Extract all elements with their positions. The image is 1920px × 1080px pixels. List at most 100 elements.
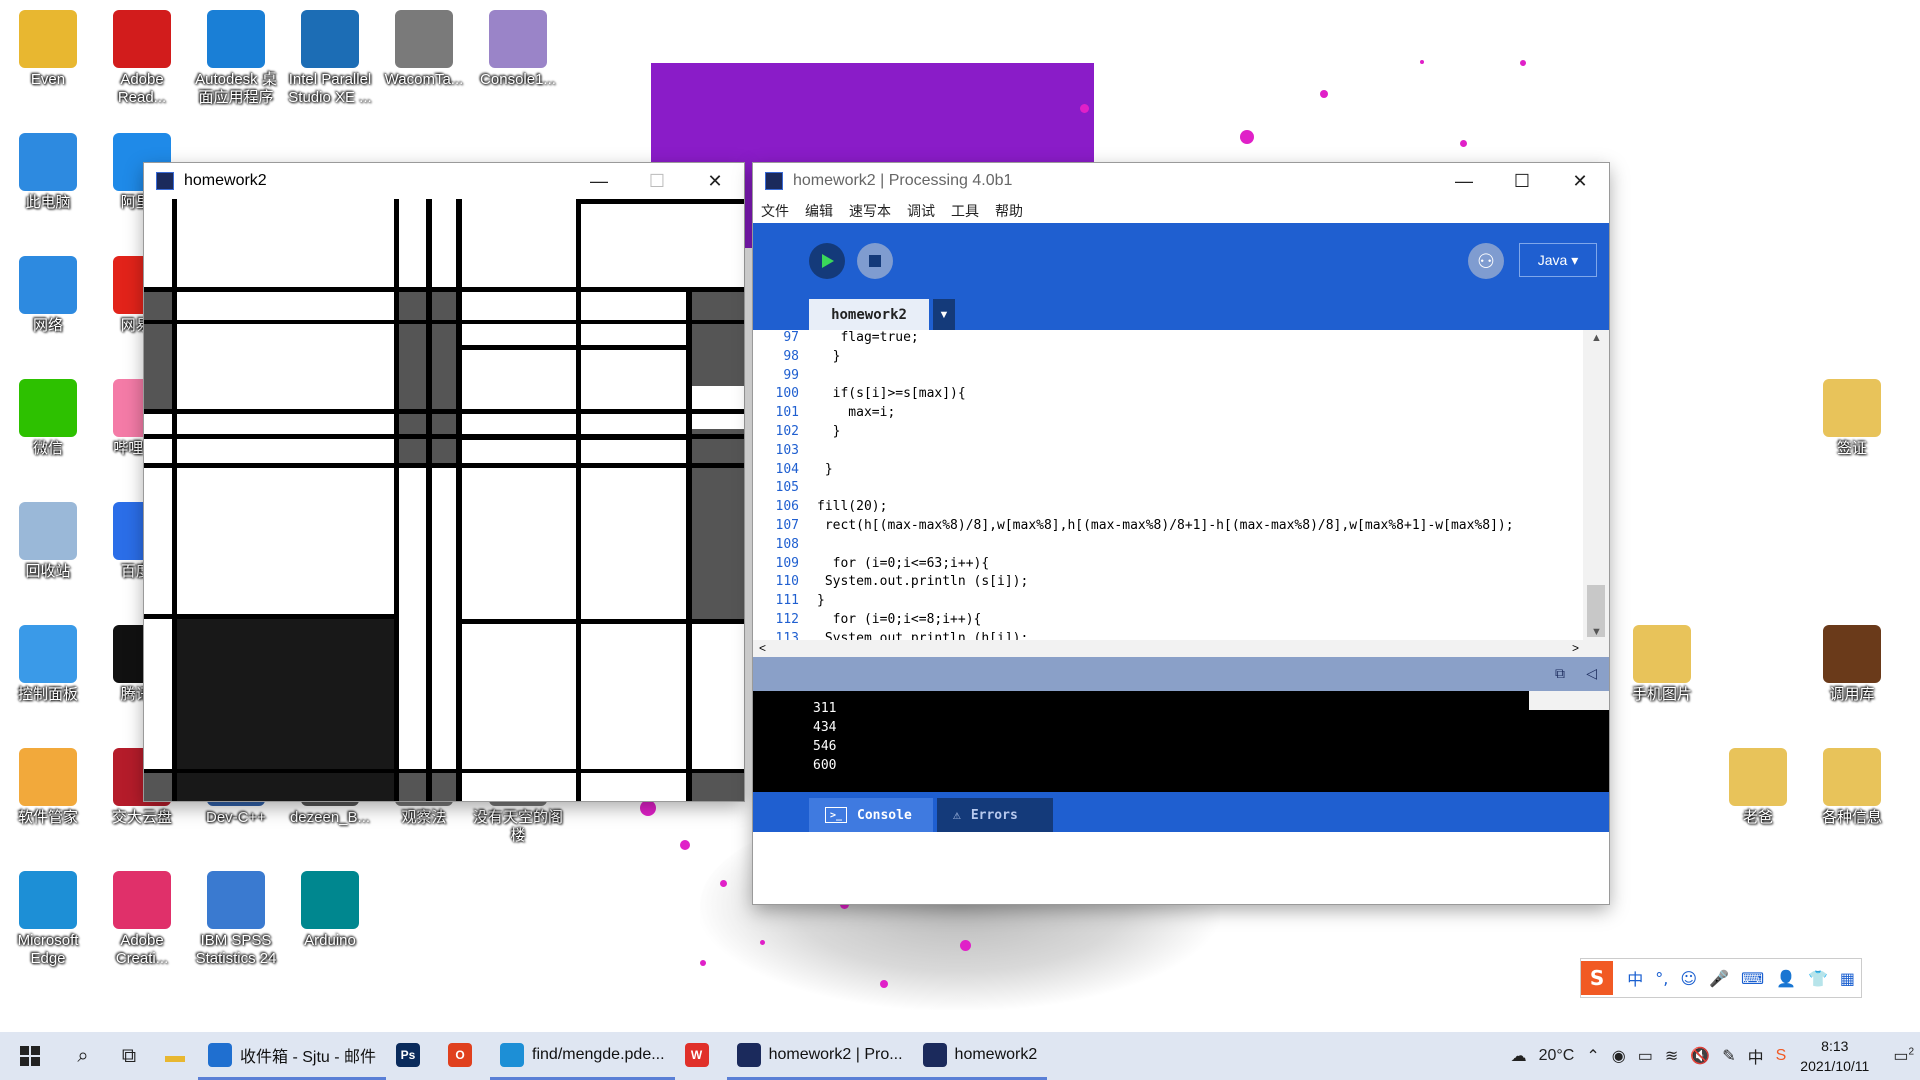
sogou-tray-icon[interactable]: S — [1776, 1047, 1787, 1065]
desktop-icon[interactable]: 回收站 — [2, 502, 94, 581]
code-line[interactable]: flag=true; — [817, 330, 1607, 349]
tab-errors[interactable]: ⚠ Errors — [937, 798, 1053, 832]
shirt-icon[interactable]: 👕 — [1808, 969, 1828, 988]
desktop-icon[interactable]: Adobe Creati... — [96, 871, 188, 968]
search-button[interactable]: ⌕ — [60, 1032, 106, 1080]
taskbar-app[interactable]: homework2 — [912, 1032, 1048, 1080]
desktop-icon[interactable]: Microsoft Edge — [2, 871, 94, 968]
grid-icon[interactable]: ▦ — [1840, 969, 1855, 988]
sogou-icon[interactable]: S — [1581, 961, 1614, 995]
mode-selector[interactable]: Java ▾ — [1519, 243, 1597, 277]
file-explorer-button[interactable]: ▬ — [152, 1032, 198, 1080]
ime-punctuation[interactable]: °, — [1655, 969, 1668, 988]
scroll-up-icon[interactable]: ▲ — [1591, 332, 1602, 344]
taskbar-app[interactable]: O — [438, 1032, 490, 1080]
code-line[interactable]: } — [817, 424, 1607, 443]
ide-titlebar[interactable]: homework2 | Processing 4.0b1 — ☐ ✕ — [753, 163, 1609, 199]
code-line[interactable]: rect(h[(max-max%8)/8],w[max%8],h[(max-ma… — [817, 518, 1607, 537]
wifi-icon[interactable]: ≋ — [1665, 1046, 1678, 1066]
user-icon[interactable]: 👤 — [1776, 969, 1796, 988]
code-line[interactable] — [817, 443, 1607, 462]
taskbar-app[interactable]: W — [675, 1032, 727, 1080]
code-line[interactable]: for (i=0;i<=63;i++){ — [817, 556, 1607, 575]
keyboard-icon[interactable]: ⌨ — [1741, 969, 1764, 988]
code-editor[interactable]: 97 98 99 100 101 102 103 104 105 106 107 108 109 110 1… — [753, 330, 1609, 702]
sketch-titlebar[interactable]: homework2 — ☐ ✕ — [144, 163, 744, 199]
microphone-icon[interactable]: 🎤 — [1709, 969, 1729, 988]
desktop-icon[interactable]: Console1... — [472, 10, 564, 89]
weather-temp[interactable]: 20°C — [1539, 1047, 1575, 1065]
taskbar-app[interactable]: find/mengde.pde... — [490, 1032, 675, 1080]
taskbar-app[interactable]: Ps — [386, 1032, 438, 1080]
code-line[interactable]: for (i=0;i<=8;i++){ — [817, 612, 1607, 631]
sketch-window[interactable]: homework2 — ☐ ✕ — [144, 163, 744, 801]
tray-app-icon[interactable]: ◉ — [1612, 1046, 1626, 1066]
sketch-canvas[interactable] — [144, 199, 744, 801]
start-button[interactable] — [0, 1032, 60, 1080]
desktop-icon[interactable]: Intel Parallel Studio XE ... — [284, 10, 376, 107]
notification-icon[interactable]: ▭2 — [1893, 1046, 1914, 1066]
weather-icon[interactable]: ☁ — [1511, 1046, 1527, 1066]
maximize-button[interactable]: ☐ — [628, 163, 686, 199]
menu-edit[interactable]: 编辑 — [805, 201, 833, 221]
scroll-left-icon[interactable]: < — [759, 641, 766, 655]
horizontal-scrollbar[interactable]: < > — [753, 640, 1609, 657]
ime-language[interactable]: 中 — [1627, 966, 1643, 990]
collapse-console-icon[interactable]: ◁ — [1586, 665, 1597, 682]
code-line[interactable] — [817, 537, 1607, 556]
scroll-down-icon[interactable]: ▼ — [1591, 626, 1602, 638]
desktop-icon[interactable]: 控制面板 — [2, 625, 94, 704]
emoji-icon[interactable]: ☺ — [1680, 969, 1697, 988]
debugger-button[interactable]: ⚇ — [1468, 243, 1504, 279]
volume-icon[interactable]: 🔇 — [1690, 1046, 1710, 1066]
code-line[interactable]: max=i; — [817, 405, 1607, 424]
desktop-icon[interactable]: 手机图片 — [1616, 625, 1708, 704]
code-line[interactable] — [817, 368, 1607, 387]
desktop-icon[interactable]: Adobe Read... — [96, 10, 188, 107]
menu-tools[interactable]: 工具 — [951, 201, 979, 221]
desktop-icon[interactable]: 签证 — [1806, 379, 1898, 458]
ide-window[interactable]: homework2 | Processing 4.0b1 — ☐ ✕ 文件 编辑… — [753, 163, 1609, 904]
desktop-icon[interactable]: 微信 — [2, 379, 94, 458]
desktop-icon[interactable]: 软件管家 — [2, 748, 94, 827]
tab-menu-button[interactable]: ▼ — [933, 299, 955, 330]
desktop-icon[interactable]: IBM SPSS Statistics 24 — [190, 871, 282, 968]
console-scrollbar[interactable] — [1529, 691, 1609, 710]
taskbar-app[interactable]: homework2 | Pro... — [726, 1032, 913, 1080]
code-line[interactable]: if(s[i]>=s[max]){ — [817, 386, 1607, 405]
close-button[interactable]: ✕ — [686, 163, 744, 199]
desktop-icon[interactable]: 老爸 — [1712, 748, 1804, 827]
code-line[interactable]: fill(20); — [817, 499, 1607, 518]
clock[interactable]: 8:13 2021/10/11 — [1800, 1036, 1869, 1076]
battery-icon[interactable]: ▭ — [1638, 1046, 1653, 1066]
task-view-button[interactable]: ⧉ — [106, 1032, 152, 1080]
minimize-button[interactable]: — — [1435, 163, 1493, 199]
scroll-right-icon[interactable]: > — [1572, 641, 1579, 655]
minimize-button[interactable]: — — [570, 163, 628, 199]
copy-icon[interactable]: ⧉ — [1555, 665, 1565, 682]
maximize-button[interactable]: ☐ — [1493, 163, 1551, 199]
menu-sketch[interactable]: 速写本 — [849, 201, 891, 221]
code-line[interactable]: } — [817, 349, 1607, 368]
desktop-icon[interactable]: Even — [2, 10, 94, 89]
chevron-up-icon[interactable]: ⌃ — [1586, 1046, 1599, 1066]
tab-homework2[interactable]: homework2 — [809, 299, 929, 330]
stop-button[interactable] — [857, 243, 893, 279]
ime-icon[interactable]: 中 — [1748, 1044, 1764, 1068]
taskbar-app[interactable]: 收件箱 - Sjtu - 邮件 — [198, 1032, 387, 1080]
close-button[interactable]: ✕ — [1551, 163, 1609, 199]
desktop-icon[interactable]: Autodesk 桌 面应用程序 — [190, 10, 282, 107]
code-line[interactable]: System.out.println (s[i]); — [817, 574, 1607, 593]
desktop-icon[interactable]: 此电脑 — [2, 133, 94, 212]
code-area[interactable]: flag=true; } if(s[i]>=s[max]){ max=i; } … — [817, 330, 1607, 702]
menu-debug[interactable]: 调试 — [907, 201, 935, 221]
menu-file[interactable]: 文件 — [761, 201, 789, 221]
code-line[interactable]: } — [817, 593, 1607, 612]
vertical-scrollbar[interactable]: ▲ ▼ — [1583, 330, 1609, 640]
desktop-icon[interactable]: 网络 — [2, 256, 94, 335]
desktop-icon[interactable]: 调用库 — [1806, 625, 1898, 704]
desktop-icon[interactable]: 各种信息 — [1806, 748, 1898, 827]
code-line[interactable]: } — [817, 462, 1607, 481]
run-button[interactable] — [809, 243, 845, 279]
desktop-icon[interactable]: Arduino — [284, 871, 376, 950]
